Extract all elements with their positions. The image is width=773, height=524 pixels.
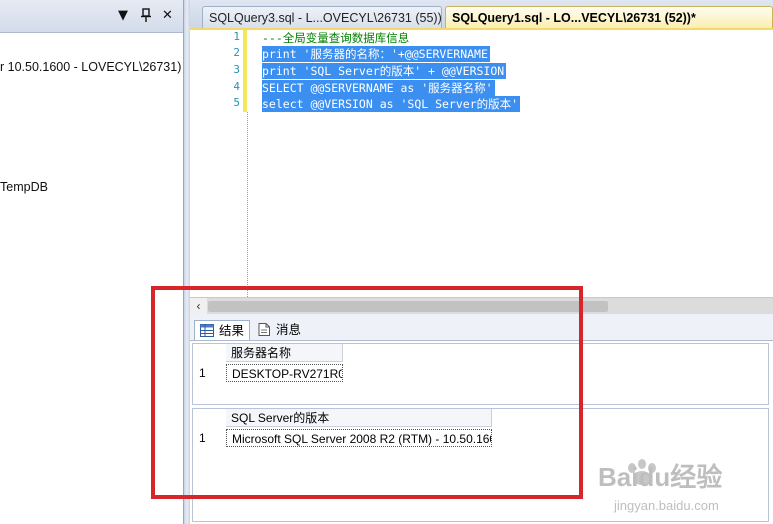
query-editor[interactable]: 1 2 3 4 5 ---全局变量查询数据库信息 print '服务器的名称：'…	[190, 30, 773, 297]
code-line-selected[interactable]: SELECT @@SERVERNAME as '服务器名称'	[262, 80, 495, 96]
line-number: 3	[233, 63, 240, 76]
pin-icon[interactable]	[140, 8, 152, 27]
watermark-brand: Baidu经验	[598, 462, 722, 492]
code-line-comment[interactable]: ---全局变量查询数据库信息	[262, 30, 409, 46]
tempdb-tree-node[interactable]: TempDB	[0, 180, 48, 194]
watermark-url: jingyan.baidu.com	[613, 498, 719, 513]
line-number: 1	[233, 30, 240, 43]
baidu-jingyan-watermark: Baidu经验 jingyan.baidu.com	[598, 459, 722, 513]
pin-icon-glyph	[141, 8, 151, 22]
line-number: 2	[233, 46, 240, 59]
close-icon[interactable]: ✕	[162, 8, 173, 24]
change-tracking-bar	[243, 30, 247, 112]
line-number: 4	[233, 80, 240, 93]
dropdown-icon[interactable]: ▼	[118, 8, 128, 24]
code-line-selected[interactable]: print 'SQL Server的版本' + @@VERSION	[262, 63, 507, 79]
code-line-selected[interactable]: print '服务器的名称：'+@@SERVERNAME	[262, 46, 490, 62]
object-explorer-header: ▼ ✕	[0, 0, 183, 33]
document-tab-strip: SQLQuery3.sql - L...OVECYL\26731 (55)) S…	[190, 0, 773, 30]
margin-guide-line	[247, 112, 248, 297]
annotation-highlight-box	[151, 286, 583, 499]
line-number: 5	[233, 96, 240, 109]
server-tree-node[interactable]: r 10.50.1600 - LOVECYL\26731)	[0, 60, 181, 74]
tab-sqlquery3[interactable]: SQLQuery3.sql - L...OVECYL\26731 (55))	[202, 6, 442, 28]
tab-sqlquery1[interactable]: SQLQuery1.sql - LO...VECYL\26731 (52))*	[445, 6, 773, 28]
code-line-selected[interactable]: select @@VERSION as 'SQL Server的版本'	[262, 96, 521, 112]
